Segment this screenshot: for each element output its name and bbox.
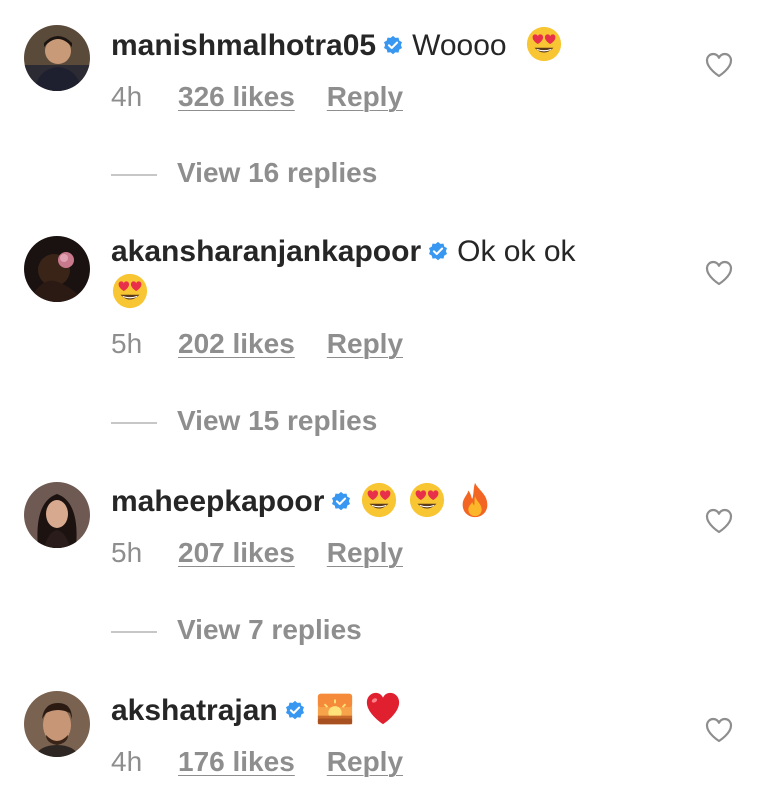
username[interactable]: akshatrajan [111, 694, 278, 727]
reply-link[interactable]: Reply [327, 81, 403, 112]
heart-eyes-emoji-icon [360, 481, 398, 519]
fire-emoji-icon [456, 481, 494, 519]
verified-badge-icon [284, 700, 306, 722]
username[interactable]: maheepkapoor [111, 485, 324, 518]
likes-link[interactable]: 326 likes [178, 79, 295, 115]
view-replies-label: View 7 replies [177, 614, 362, 645]
comment-text: manishmalhotra05 Woooo [111, 25, 671, 66]
comment-meta: 4h 176 likes Reply [111, 744, 403, 780]
likes-link[interactable]: 176 likes [178, 744, 295, 780]
verified-badge-icon [330, 491, 352, 513]
comment-meta: 5h 202 likes Reply [111, 326, 403, 362]
likes-link[interactable]: 207 likes [178, 535, 295, 571]
comment-meta: 5h 207 likes Reply [111, 535, 403, 571]
comment-text: maheepkapoor [111, 481, 671, 522]
heart-eyes-emoji-icon [525, 25, 563, 63]
like-heart-icon[interactable] [705, 52, 733, 78]
verified-badge-icon [382, 35, 404, 57]
verified-badge-icon [427, 241, 449, 263]
reply-link[interactable]: Reply [327, 328, 403, 359]
view-replies-button[interactable]: View 7 replies [111, 612, 362, 648]
comment-text: akshatrajan [111, 690, 671, 731]
avatar[interactable] [24, 482, 90, 548]
username[interactable]: akansharanjankapoor [111, 235, 421, 268]
comment-time: 5h [111, 328, 143, 359]
sunrise-emoji-icon [316, 690, 354, 728]
view-replies-label: View 15 replies [177, 405, 378, 436]
comment-meta: 4h 326 likes Reply [111, 79, 403, 115]
reply-link[interactable]: Reply [327, 537, 403, 568]
likes-link[interactable]: 202 likes [178, 326, 295, 362]
view-replies-button[interactable]: View 15 replies [111, 403, 377, 439]
reply-divider-line [111, 173, 157, 176]
comment-time: 4h [111, 746, 143, 777]
avatar[interactable] [24, 25, 90, 91]
username[interactable]: manishmalhotra05 [111, 29, 376, 62]
view-replies-button[interactable]: View 16 replies [111, 155, 377, 191]
view-replies-label: View 16 replies [177, 157, 378, 188]
like-heart-icon[interactable] [705, 717, 733, 743]
avatar[interactable] [24, 236, 90, 302]
red-heart-emoji-icon [364, 690, 402, 728]
comment-text: akansharanjankapoor Ok ok ok [111, 232, 671, 313]
avatar[interactable] [24, 691, 90, 757]
comment-time: 4h [111, 81, 143, 112]
like-heart-icon[interactable] [705, 508, 733, 534]
comment-body: Ok ok ok [457, 235, 576, 268]
comment-time: 5h [111, 537, 143, 568]
comment-body: Woooo [412, 29, 507, 62]
reply-link[interactable]: Reply [327, 746, 403, 777]
like-heart-icon[interactable] [705, 260, 733, 286]
reply-divider-line [111, 630, 157, 633]
reply-divider-line [111, 421, 157, 424]
heart-eyes-emoji-icon [408, 481, 446, 519]
heart-eyes-emoji-icon [111, 272, 149, 310]
